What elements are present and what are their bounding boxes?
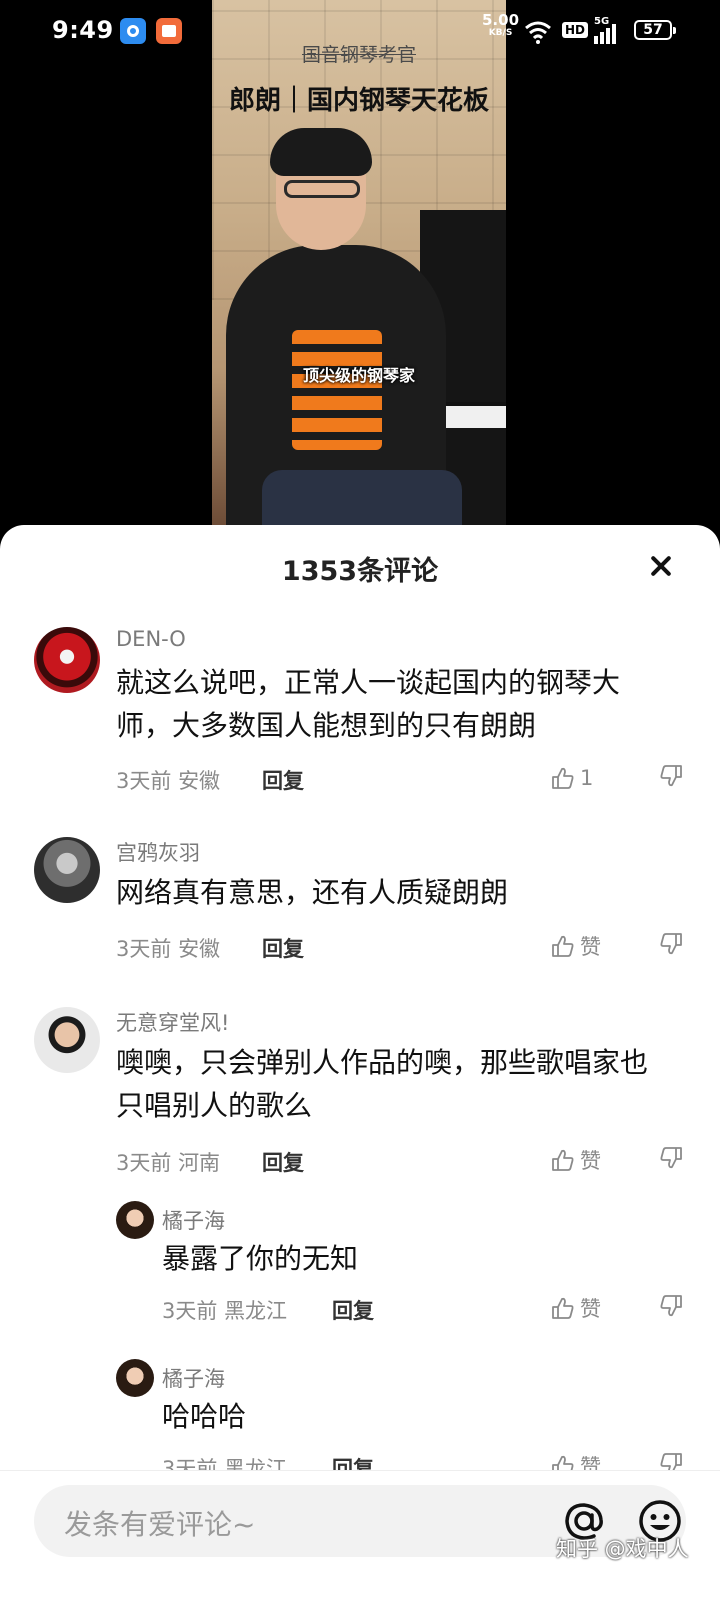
comment-text[interactable]: 网络真有意思，还有人质疑朗朗 — [116, 871, 656, 914]
dislike-button[interactable] — [658, 1145, 688, 1175]
video-player[interactable]: 国音钢琴考官 郎朗｜国内钢琴天花板 顶尖级的钢琴家 — [0, 0, 720, 540]
reply-meta: 3天前 黑龙江 — [162, 1295, 287, 1325]
wifi-icon — [525, 21, 551, 44]
like-button[interactable]: 赞 — [550, 1145, 601, 1175]
dislike-button[interactable] — [658, 1293, 688, 1323]
comments-sheet: 1353条评论 DEN-O 就这么说吧，正常人一谈起国内的钢琴大师，大多数国人能… — [0, 525, 720, 1600]
video-subtitle: 顶尖级的钢琴家 — [302, 366, 415, 385]
dislike-button[interactable] — [658, 763, 688, 793]
comment-username[interactable]: 无意穿堂风! — [116, 1007, 229, 1037]
thumbs-down-icon — [660, 1147, 682, 1169]
comment-meta: 3天前 安徽 — [116, 765, 220, 795]
avatar[interactable] — [116, 1359, 154, 1397]
glasses — [284, 180, 360, 198]
like-label: 赞 — [580, 1149, 601, 1173]
comments-header: 1353条评论 — [0, 525, 720, 607]
comment-meta: 3天前 河南 — [116, 1147, 220, 1177]
comment-location: 河南 — [178, 1151, 221, 1175]
comment-time: 3天前 — [116, 769, 172, 793]
comment-item: 宫鸦灰羽 网络真有意思，还有人质疑朗朗 3天前 安徽 回复 赞 — [0, 837, 720, 967]
hd-voice-badge: HD — [562, 22, 589, 38]
zhihu-watermark: 知乎 @戏中人 — [556, 1537, 689, 1561]
comment-time: 3天前 — [116, 937, 172, 961]
avatar[interactable] — [116, 1201, 154, 1239]
video-frame: 国音钢琴考官 郎朗｜国内钢琴天花板 顶尖级的钢琴家 — [212, 0, 506, 530]
thumbs-down-icon — [660, 765, 682, 787]
like-button[interactable]: 1 — [550, 763, 593, 793]
person-legs — [262, 470, 462, 530]
thumbs-up-icon — [552, 1149, 574, 1171]
like-count: 1 — [580, 766, 594, 790]
video-title: 郎朗｜国内钢琴天花板 — [228, 86, 489, 116]
comment-meta: 3天前 安徽 — [116, 933, 220, 963]
like-label: 赞 — [580, 1297, 601, 1321]
reply-button[interactable]: 回复 — [262, 933, 304, 963]
comment-text[interactable]: 噢噢，只会弹别人作品的噢，那些歌唱家也只唱别人的歌么 — [116, 1041, 656, 1127]
reply-button[interactable]: 回复 — [332, 1295, 374, 1325]
thumbs-up-icon — [552, 767, 574, 789]
reply-button[interactable]: 回复 — [262, 1147, 304, 1177]
avatar[interactable] — [34, 1007, 100, 1073]
reply-username[interactable]: 橘子海 — [162, 1363, 225, 1393]
cell-signal-icon: 5G — [594, 16, 626, 46]
reply-text[interactable]: 哈哈哈 — [162, 1395, 702, 1438]
comment-location: 安徽 — [178, 769, 221, 793]
like-label: 赞 — [580, 935, 601, 959]
close-icon[interactable] — [646, 551, 676, 581]
avatar[interactable] — [34, 837, 100, 903]
reply-time: 3天前 — [162, 1299, 218, 1323]
reply-item: 橘子海 暴露了你的无知 3天前 黑龙江 回复 赞 — [0, 1201, 720, 1331]
network-speed: 5.00 KB/S — [482, 13, 519, 40]
comments-count-title: 1353条评论 — [281, 556, 439, 587]
browser-app-icon — [120, 18, 146, 44]
thumbs-down-icon — [660, 933, 682, 955]
thumbs-up-icon — [552, 1297, 574, 1319]
comment-username[interactable]: 宫鸦灰羽 — [116, 837, 200, 867]
comment-time: 3天前 — [116, 1151, 172, 1175]
comment-text[interactable]: 就这么说吧，正常人一谈起国内的钢琴大师，大多数国人能想到的只有朗朗 — [116, 661, 656, 747]
comment-input-placeholder: 发条有爱评论~ — [64, 1508, 256, 1541]
reply-location: 黑龙江 — [224, 1299, 288, 1323]
comment-location: 安徽 — [178, 937, 221, 961]
thumbs-up-icon — [552, 935, 574, 957]
status-bar: 9:49 5.00 KB/S HD 5G 57 — [0, 0, 720, 64]
reply-button[interactable]: 回复 — [262, 765, 304, 795]
comment-item: 无意穿堂风! 噢噢，只会弹别人作品的噢，那些歌唱家也只唱别人的歌么 3天前 河南… — [0, 1007, 720, 1187]
like-button[interactable]: 赞 — [550, 1293, 601, 1323]
reply-text[interactable]: 暴露了你的无知 — [162, 1237, 702, 1280]
thumbs-down-icon — [660, 1295, 682, 1317]
reply-username[interactable]: 橘子海 — [162, 1205, 225, 1235]
comment-item: DEN-O 就这么说吧，正常人一谈起国内的钢琴大师，大多数国人能想到的只有朗朗 … — [0, 627, 720, 817]
dislike-button[interactable] — [658, 931, 688, 961]
status-time: 9:49 — [52, 16, 114, 44]
reader-app-icon — [156, 18, 182, 44]
avatar[interactable] — [34, 627, 100, 693]
shirt-graphic — [292, 330, 382, 450]
comment-username[interactable]: DEN-O — [116, 627, 186, 651]
like-button[interactable]: 赞 — [550, 931, 601, 961]
battery-level: 57 — [634, 20, 676, 40]
person-hair — [270, 128, 372, 176]
comment-input-bar: 发条有爱评论~ 知乎 @戏中人 — [0, 1470, 720, 1601]
